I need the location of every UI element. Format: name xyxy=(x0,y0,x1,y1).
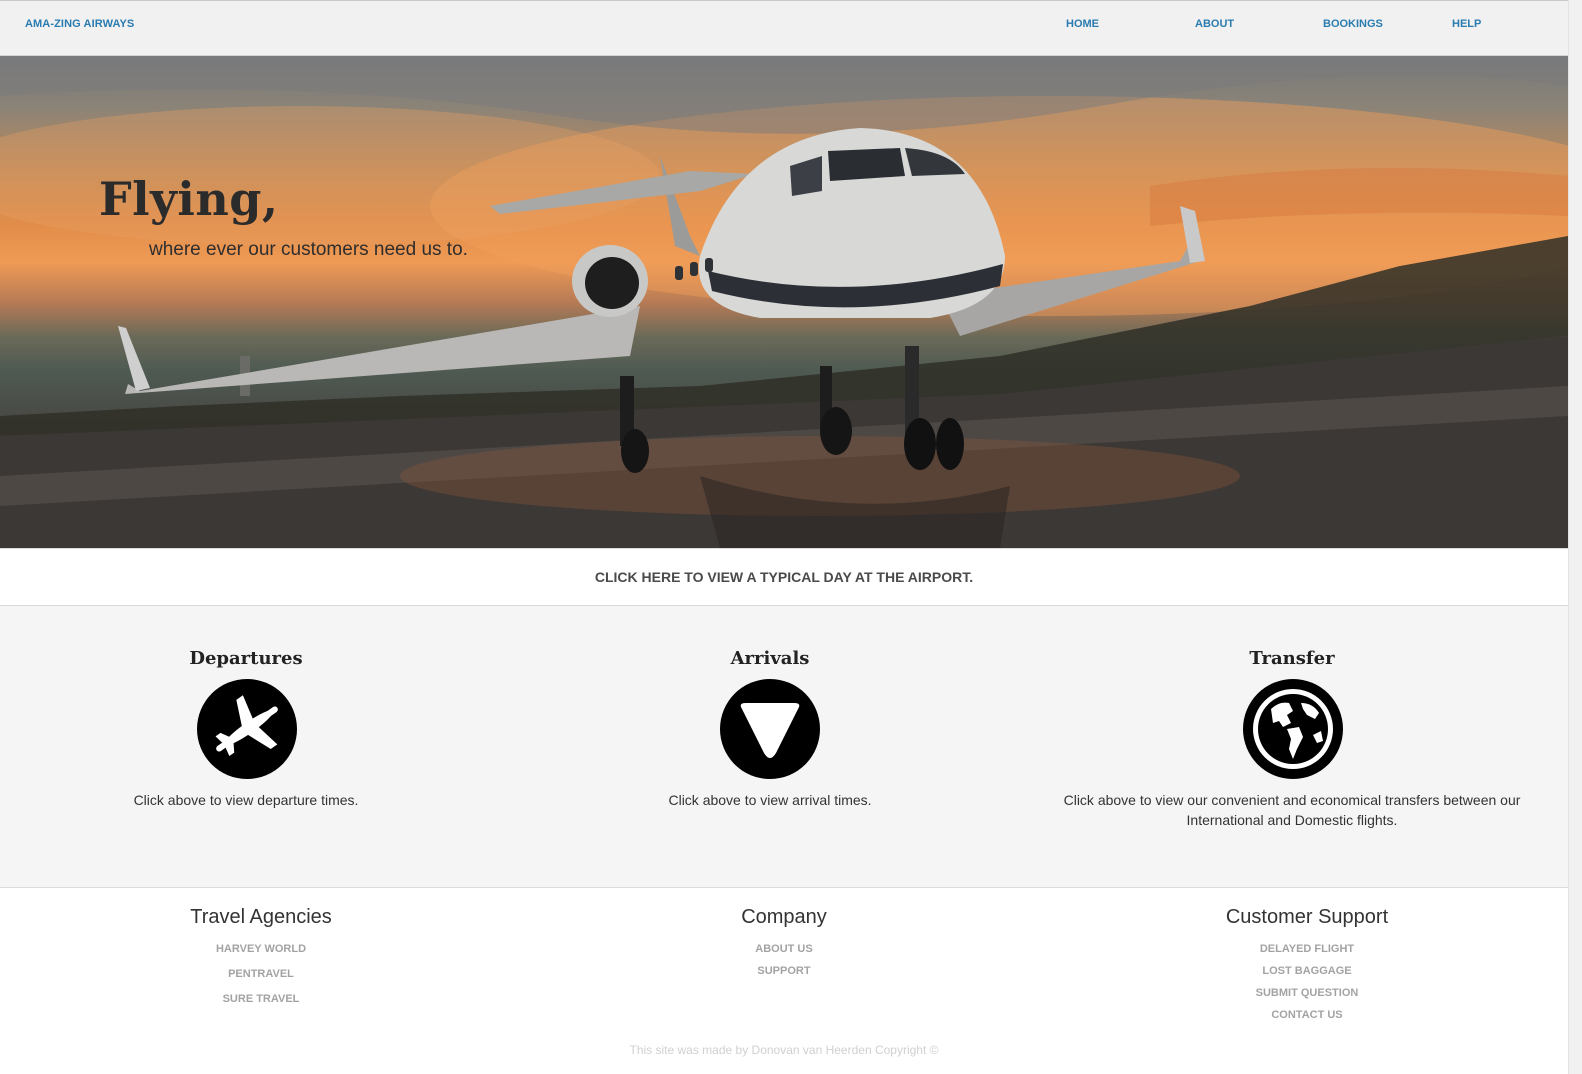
feature-description: Click above to view our convenient and e… xyxy=(1063,792,1521,828)
footer-link-submit-question[interactable]: SUBMIT QUESTION xyxy=(1207,987,1407,999)
feature-description: Click above to view departure times. xyxy=(133,792,359,808)
footer-customer-support: Customer Support DELAYED FLIGHT LOST BAG… xyxy=(1207,906,1407,1021)
hero-banner: Flying, where ever our customers need us… xyxy=(0,56,1568,548)
top-navbar: AMA-ZING AIRWAYS HOME ABOUT BOOKINGS HEL… xyxy=(0,0,1568,56)
hero-title: Flying, xyxy=(99,172,279,226)
hero-subtitle: where ever our customers need us to. xyxy=(149,239,468,260)
nav-bookings-link[interactable]: BOOKINGS xyxy=(1323,18,1383,30)
footer-credit: This site was made by Donovan van Heerde… xyxy=(629,1043,939,1057)
footer-link-pentravel[interactable]: PENTRAVEL xyxy=(161,968,361,980)
page-scrollbar[interactable] xyxy=(1568,0,1582,1074)
page: AMA-ZING AIRWAYS HOME ABOUT BOOKINGS HEL… xyxy=(0,0,1582,1074)
footer-column-title: Customer Support xyxy=(1225,906,1389,928)
footer-link-delayed-flight[interactable]: DELAYED FLIGHT xyxy=(1207,943,1407,955)
footer-column-title: Company xyxy=(741,906,827,928)
footer-travel-agencies: Travel Agencies HARVEY WORLD PENTRAVEL S… xyxy=(161,906,361,1005)
footer-link-lost-baggage[interactable]: LOST BAGGAGE xyxy=(1207,965,1407,977)
nav-home-link[interactable]: HOME xyxy=(1066,18,1099,30)
footer-link-about-us[interactable]: ABOUT US xyxy=(684,943,884,955)
brand-logo-link[interactable]: AMA-ZING AIRWAYS xyxy=(25,18,134,30)
cta-bar: CLICK HERE TO VIEW A TYPICAL DAY AT THE … xyxy=(0,548,1568,606)
typical-day-link[interactable]: CLICK HERE TO VIEW A TYPICAL DAY AT THE … xyxy=(0,569,1568,585)
footer-company: Company ABOUT US SUPPORT xyxy=(684,906,884,977)
footer-link-support[interactable]: SUPPORT xyxy=(684,965,884,977)
features-section: Departures Click above to view departure… xyxy=(0,606,1568,888)
nav-help-link[interactable]: HELP xyxy=(1452,18,1481,30)
airplane-icon[interactable] xyxy=(197,679,297,779)
nav-about-link[interactable]: ABOUT xyxy=(1195,18,1234,30)
footer-link-contact-us[interactable]: CONTACT US xyxy=(1207,1009,1407,1021)
footer-link-sure-travel[interactable]: SURE TRAVEL xyxy=(161,993,361,1005)
triangle-down-icon[interactable] xyxy=(720,679,820,779)
feature-description: Click above to view arrival times. xyxy=(668,792,872,808)
feature-title: Arrivals xyxy=(730,648,810,669)
jet-sunset-image xyxy=(0,56,1568,548)
feature-title: Transfer xyxy=(1249,648,1335,669)
feature-title: Departures xyxy=(189,648,303,669)
globe-icon[interactable] xyxy=(1243,679,1343,779)
footer-link-harvey-world[interactable]: HARVEY WORLD xyxy=(161,943,361,955)
footer-column-title: Travel Agencies xyxy=(190,906,332,928)
